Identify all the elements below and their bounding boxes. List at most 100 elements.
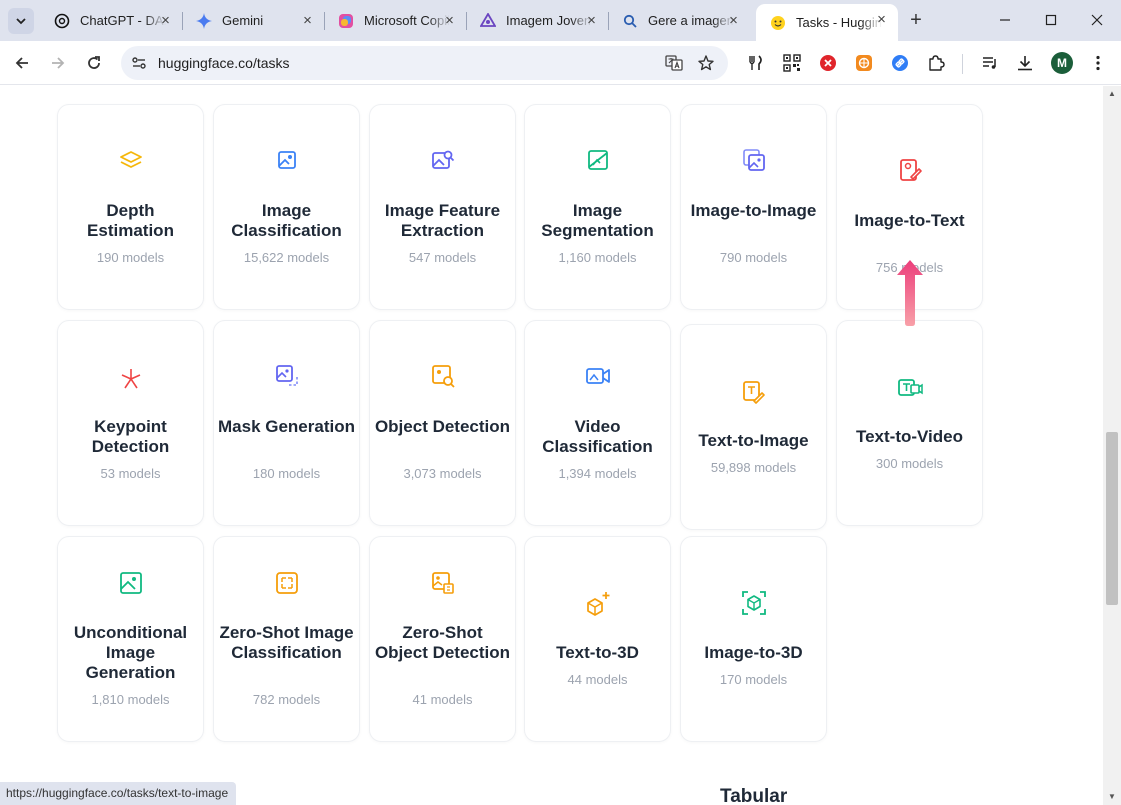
tab-imagem-jovem[interactable]: Imagem Jovem × <box>466 5 608 36</box>
task-name: Image-to-3D <box>704 643 803 662</box>
text-to-image-icon <box>742 381 765 404</box>
reload-button[interactable] <box>80 49 108 77</box>
tab-title: Microsoft Copilot <box>364 13 450 28</box>
vertical-scrollbar[interactable]: ▲ ▼ <box>1103 86 1121 805</box>
task-model-count: 190 models <box>96 250 165 265</box>
task-card-image-segmentation[interactable]: Image Segmentation 1,160 models <box>524 104 671 310</box>
close-icon[interactable]: × <box>726 13 741 28</box>
scroll-down-icon[interactable]: ▼ <box>1103 789 1121 805</box>
task-card-image-to-3d[interactable]: Image-to-3D 170 models <box>680 536 827 742</box>
forward-button[interactable] <box>44 49 72 77</box>
task-model-count: 59,898 models <box>710 460 797 475</box>
link-extension-icon[interactable] <box>891 54 909 72</box>
app-icon <box>480 12 496 29</box>
task-card-image-classification[interactable]: Image Classification 15,622 models <box>213 104 360 310</box>
tab-gere-imagem[interactable]: Gere a imagem × <box>608 5 750 36</box>
bookmark-star-icon[interactable] <box>697 54 715 72</box>
task-card-keypoint-detection[interactable]: Keypoint Detection 53 models <box>57 320 204 526</box>
task-card-zero-shot-image-classification[interactable]: Zero-Shot Image Classification 782 model… <box>213 536 360 742</box>
address-bar[interactable]: huggingface.co/tasks <box>121 46 728 80</box>
close-icon[interactable]: × <box>584 13 599 28</box>
download-icon[interactable] <box>1016 54 1034 72</box>
task-card-unconditional-image-generation[interactable]: Unconditional Image Generation 1,810 mod… <box>57 536 204 742</box>
task-card-object-detection[interactable]: Object Detection 3,073 models <box>369 320 516 526</box>
close-icon <box>1091 14 1103 26</box>
close-icon[interactable]: × <box>300 13 315 28</box>
image-classification-icon <box>277 151 296 169</box>
translate-icon[interactable] <box>665 54 683 72</box>
close-icon[interactable]: × <box>442 13 457 28</box>
maximize-icon <box>1045 14 1057 26</box>
minimize-button[interactable] <box>982 6 1028 34</box>
task-name: Zero-Shot Object Detection <box>374 623 511 662</box>
image-generation-icon <box>119 572 142 594</box>
task-name: Keypoint Detection <box>91 417 170 456</box>
scroll-up-icon[interactable]: ▲ <box>1103 86 1121 102</box>
image-segmentation-icon <box>587 150 608 170</box>
chevron-down-icon <box>16 18 26 25</box>
openai-icon <box>54 13 70 29</box>
task-model-count: 1,160 models <box>558 250 637 265</box>
task-card-zero-shot-object-detection[interactable]: Zero-Shot Object Detection 41 models <box>369 536 516 742</box>
mask-generation-icon <box>275 365 298 386</box>
site-settings-icon[interactable] <box>131 55 147 71</box>
zero-shot-image-icon <box>275 572 298 594</box>
text-to-video-icon <box>897 379 923 396</box>
task-card-text-to-3d[interactable]: Text-to-3D 44 models <box>524 536 671 742</box>
task-card-image-to-image[interactable]: Image-to-Image 790 models <box>680 104 827 310</box>
arrow-left-icon <box>15 57 28 69</box>
status-link-preview: https://huggingface.co/tasks/text-to-ima… <box>0 782 237 805</box>
task-name: Image-to-Text <box>854 211 965 230</box>
zero-shot-detection-icon <box>431 572 454 594</box>
new-tab-button[interactable]: + <box>903 8 929 34</box>
task-card-depth-estimation[interactable]: Depth Estimation 190 models <box>57 104 204 310</box>
profile-avatar[interactable]: M <box>1051 52 1073 74</box>
task-model-count: 782 models <box>252 692 321 707</box>
extension-icon[interactable] <box>747 54 765 72</box>
task-card-text-to-video[interactable]: Text-to-Video 300 models <box>836 320 983 526</box>
back-button[interactable] <box>8 49 36 77</box>
task-model-count: 300 models <box>875 456 944 471</box>
close-icon[interactable]: × <box>874 12 889 27</box>
tab-chatgpt[interactable]: ChatGPT - DALL·E × <box>40 5 182 36</box>
gemini-icon <box>196 12 212 29</box>
more-menu-icon[interactable] <box>1089 54 1107 72</box>
pointer-arrow-icon <box>897 260 923 326</box>
task-name: Object Detection <box>374 417 511 436</box>
task-name: Image-to-Image <box>690 201 817 220</box>
object-detection-icon <box>431 365 455 388</box>
url-text: huggingface.co/tasks <box>158 55 290 71</box>
task-card-video-classification[interactable]: Video Classification 1,394 models <box>524 320 671 526</box>
task-card-image-feature-extraction[interactable]: Image Feature Extraction 547 models <box>369 104 516 310</box>
tab-title: Gere a imagem <box>648 13 734 28</box>
close-window-button[interactable] <box>1074 6 1120 34</box>
tab-title: ChatGPT - DALL·E <box>80 13 166 28</box>
tab-title: Imagem Jovem <box>506 13 592 28</box>
task-model-count: 53 models <box>100 466 161 481</box>
scrollbar-thumb[interactable] <box>1106 432 1118 605</box>
tab-copilot[interactable]: Microsoft Copilot × <box>324 5 466 36</box>
media-control-icon[interactable] <box>981 54 999 72</box>
image-to-text-icon <box>899 159 922 181</box>
task-model-count: 41 models <box>412 692 473 707</box>
section-heading-tabular: Tabular <box>720 786 788 805</box>
task-model-count: 3,073 models <box>403 466 482 481</box>
video-classification-icon <box>585 368 610 384</box>
extension-orange-icon[interactable] <box>855 54 873 72</box>
extensions-puzzle-icon[interactable] <box>927 54 945 72</box>
qr-code-icon[interactable] <box>783 54 801 72</box>
block-icon[interactable] <box>819 54 837 72</box>
copilot-icon <box>338 13 354 29</box>
tab-strip: ChatGPT - DALL·E × Gemini × Microsoft Co… <box>0 0 1121 41</box>
task-card-mask-generation[interactable]: Mask Generation 180 models <box>213 320 360 526</box>
asterisk-icon <box>121 369 140 389</box>
tab-search-button[interactable] <box>8 8 34 34</box>
task-name: Text-to-3D <box>556 643 639 662</box>
close-icon[interactable]: × <box>158 13 173 28</box>
tab-title: Tasks - Hugging Face <box>796 15 882 30</box>
tab-tasks-hugging-face[interactable]: Tasks - Hugging Face × <box>756 4 898 41</box>
tab-gemini[interactable]: Gemini × <box>182 5 324 36</box>
task-name: Mask Generation <box>218 417 355 436</box>
maximize-button[interactable] <box>1028 6 1074 34</box>
task-card-text-to-image[interactable]: Text-to-Image 59,898 models <box>680 324 827 530</box>
